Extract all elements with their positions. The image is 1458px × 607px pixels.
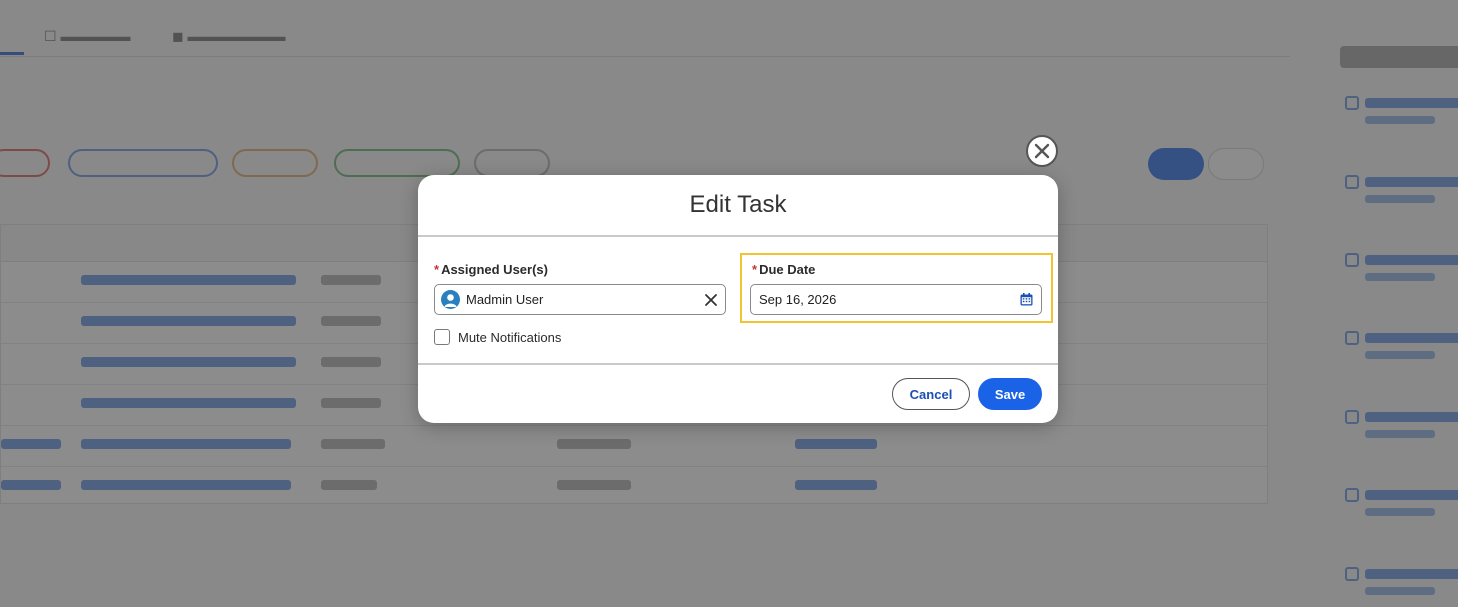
assigned-users-label: * Assigned User(s)	[434, 262, 548, 277]
calendar-icon[interactable]	[1020, 293, 1033, 306]
due-date-input[interactable]: Sep 16, 2026	[750, 284, 1042, 315]
user-avatar-icon	[441, 290, 460, 309]
clear-icon[interactable]	[703, 292, 719, 308]
mute-notifications-label: Mute Notifications	[458, 329, 562, 345]
close-modal-button[interactable]	[1026, 135, 1058, 167]
due-date-value: Sep 16, 2026	[759, 292, 837, 307]
dialog-header: Edit Task	[418, 175, 1058, 237]
edit-task-dialog: Edit Task * Assigned User(s) Madmin User …	[418, 175, 1058, 423]
required-marker: *	[752, 262, 758, 277]
save-button[interactable]: Save	[978, 378, 1042, 410]
mute-notifications-checkbox[interactable]	[434, 329, 450, 345]
mute-notifications-row[interactable]: Mute Notifications	[434, 329, 561, 345]
dialog-title: Edit Task	[689, 191, 787, 218]
close-icon	[1034, 143, 1050, 159]
assigned-users-field[interactable]: Madmin User	[434, 284, 726, 315]
assigned-user-name: Madmin User	[466, 292, 544, 307]
due-date-label: * Due Date	[752, 262, 816, 277]
dialog-footer: Cancel Save	[418, 365, 1058, 423]
required-marker: *	[434, 262, 440, 277]
dialog-body: * Assigned User(s) Madmin User Mute Notif…	[418, 237, 1058, 365]
cancel-button[interactable]: Cancel	[892, 378, 970, 410]
